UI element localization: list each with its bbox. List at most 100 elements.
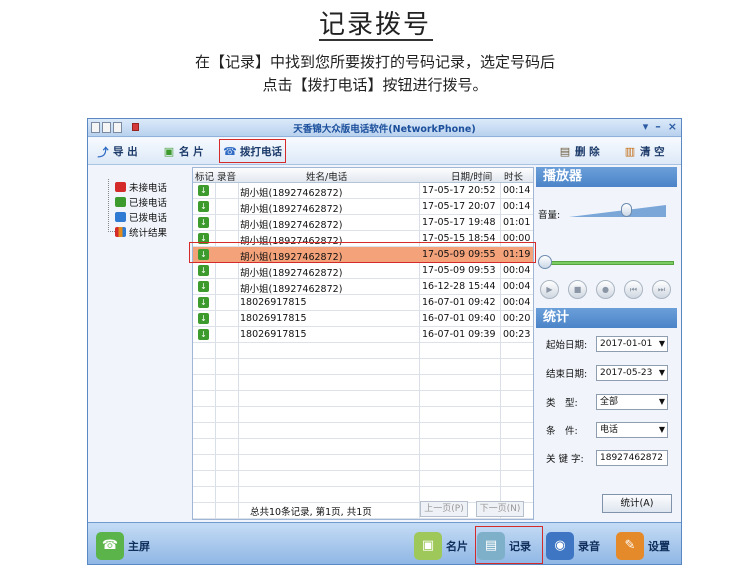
tree-item-statistics[interactable]: 统计结果 xyxy=(115,224,189,239)
keyword-input[interactable]: 18927462872 xyxy=(596,450,668,466)
phone-icon: ☎ xyxy=(223,144,237,158)
tree-item-missed[interactable]: 未接电话 xyxy=(115,179,189,194)
stop-icon[interactable]: ■ xyxy=(568,280,587,299)
statistics-button[interactable]: 统计(A) xyxy=(602,494,672,513)
end-date-row: 结束日期: 2017-05-23 ▼ xyxy=(540,365,674,381)
toolbar: ⤴ 导 出 ▣ 名 片 ☎ 拨打电话 ▤ 删 除 ▥ 清 空 xyxy=(88,138,681,165)
export-button[interactable]: ⤴ 导 出 xyxy=(96,142,138,161)
start-date-row: 起始日期: 2017-01-01 ▼ xyxy=(540,336,674,352)
nav-card-label: 名片 xyxy=(446,539,468,553)
clear-button[interactable]: ▥ 清 空 xyxy=(623,142,665,161)
volume-knob[interactable] xyxy=(621,203,633,217)
condition-value: 电话 xyxy=(600,425,619,435)
table-row[interactable]: ↓ 胡小姐(18927462872) 17-05-17 19:48 01:01 xyxy=(193,215,533,231)
tree-item-label: 未接电话 xyxy=(129,182,168,194)
nav-record[interactable]: ▤ 记录 xyxy=(477,529,531,562)
delete-button[interactable]: ▤ 删 除 xyxy=(558,142,600,161)
received-call-icon: ↓ xyxy=(198,185,209,196)
row-name: 18026917815 xyxy=(240,329,307,340)
trash-icon: ▥ xyxy=(624,145,636,158)
row-name: 胡小姐(18927462872) xyxy=(240,204,343,215)
title-bar: 天香锦大众版电话软件(NetworkPhone) ▾ – × xyxy=(88,119,681,137)
table-row[interactable]: ↓ 胡小姐(18927462872) 16-12-28 15:44 00:04 xyxy=(193,279,533,295)
row-datetime: 16-07-01 09:40 xyxy=(422,313,496,324)
col-name-header[interactable]: 姓名/电话 xyxy=(306,169,347,183)
export-icon: ⤴ xyxy=(97,145,109,159)
table-row[interactable]: ↓ 18026917815 16-07-01 09:42 00:04 xyxy=(193,295,533,311)
table-row[interactable]: ↓ 18026917815 16-07-01 09:40 00:20 xyxy=(193,311,533,327)
table-row xyxy=(193,359,533,375)
menu-dropdown-icon[interactable]: ▾ xyxy=(643,120,649,133)
row-duration: 01:01 xyxy=(503,217,531,228)
end-date-label: 结束日期: xyxy=(546,369,588,380)
next-page-button[interactable]: 下一页(N) xyxy=(476,501,524,517)
tree-item-dialed[interactable]: 已拨电话 xyxy=(115,209,189,224)
volume-label: 音量: xyxy=(538,210,561,221)
table-row xyxy=(193,407,533,423)
card-button[interactable]: ▣ 名 片 xyxy=(162,142,204,161)
received-call-icon: ↓ xyxy=(198,313,209,324)
col-datetime-header[interactable]: 日期/时间 xyxy=(451,169,492,183)
chevron-down-icon: ▼ xyxy=(658,339,665,348)
playback-position-knob[interactable] xyxy=(538,255,552,269)
condition-select[interactable]: 电话 ▼ xyxy=(596,422,668,438)
player-title: 播放器 xyxy=(536,167,677,187)
nav-card[interactable]: ▣ 名片 xyxy=(414,529,468,562)
nav-home[interactable]: ☎ 主屏 xyxy=(96,529,150,562)
film-reel-icon: ◉ xyxy=(546,531,574,560)
col-audio-header[interactable]: 录音 xyxy=(217,169,236,183)
received-call-icon: ↓ xyxy=(198,201,209,212)
tree-item-label: 已拨电话 xyxy=(129,212,168,224)
dial-button[interactable]: ☎ 拨打电话 xyxy=(219,139,286,163)
bottom-nav: ☎ 主屏 ▣ 名片 ▤ 记录 ◉ 录音 ✎ 设置 xyxy=(88,522,681,564)
type-select[interactable]: 全部 ▼ xyxy=(596,394,668,410)
type-label: 类 型: xyxy=(546,398,578,409)
tree-connector xyxy=(108,179,115,232)
nav-audio[interactable]: ◉ 录音 xyxy=(546,529,600,562)
col-mark-header[interactable]: 标记 xyxy=(195,169,214,183)
play-icon[interactable]: ▶ xyxy=(540,280,559,299)
start-date-select[interactable]: 2017-01-01 ▼ xyxy=(596,336,668,352)
col-duration-header[interactable]: 时长 xyxy=(504,169,523,183)
table-row[interactable]: ↓ 胡小姐(18927462872) 17-05-09 09:53 00:04 xyxy=(193,263,533,279)
previous-icon[interactable]: ⏮ xyxy=(624,280,643,299)
row-duration: 00:14 xyxy=(503,201,531,212)
player-controls: ▶ ■ ● ⏮ ⏭ xyxy=(540,280,671,299)
minimize-button[interactable]: – xyxy=(655,120,661,133)
row-name: 胡小姐(18927462872) xyxy=(240,268,343,279)
row-duration: 00:23 xyxy=(503,329,531,340)
table-row xyxy=(193,455,533,471)
row-datetime: 17-05-17 19:48 xyxy=(422,217,496,228)
received-call-icon: ↓ xyxy=(198,217,209,228)
keyword-label: 关 键 字: xyxy=(546,454,584,465)
next-icon[interactable]: ⏭ xyxy=(652,280,671,299)
row-name: 18026917815 xyxy=(240,297,307,308)
volume-slider[interactable] xyxy=(569,205,666,217)
close-button[interactable]: × xyxy=(668,120,677,133)
table-row[interactable]: ↓ 胡小姐(18927462872) 17-05-17 20:52 00:14 xyxy=(193,183,533,199)
prev-page-button[interactable]: 上一页(P) xyxy=(420,501,468,517)
card-label: 名 片 xyxy=(179,146,204,158)
record-category-tree: 未接电话 已接电话 已拨电话 统计结果 xyxy=(105,179,189,239)
end-date-select[interactable]: 2017-05-23 ▼ xyxy=(596,365,668,381)
chevron-down-icon: ▼ xyxy=(658,368,665,377)
table-row[interactable]: ↓ 18026917815 16-07-01 09:39 00:23 xyxy=(193,327,533,343)
row-datetime: 17-05-17 20:07 xyxy=(422,201,496,212)
record-icon[interactable]: ● xyxy=(596,280,615,299)
row-duration: 00:20 xyxy=(503,313,531,324)
dial-label: 拨打电话 xyxy=(240,145,282,158)
row-duration: 00:14 xyxy=(503,185,531,196)
row-datetime: 16-07-01 09:42 xyxy=(422,297,496,308)
playback-position-slider[interactable] xyxy=(540,261,674,265)
table-header: 标记 录音 姓名/电话 日期/时间 时长 xyxy=(193,168,533,183)
nav-settings[interactable]: ✎ 设置 xyxy=(616,529,670,562)
instruction-line-2: 点击【拨打电话】按钮进行拨号。 xyxy=(262,76,488,94)
app-window: 天香锦大众版电话软件(NetworkPhone) ▾ – × ⤴ 导 出 ▣ 名… xyxy=(87,118,682,565)
tree-item-received[interactable]: 已接电话 xyxy=(115,194,189,209)
row-duration: 00:04 xyxy=(503,297,531,308)
call-record-table: 标记 录音 姓名/电话 日期/时间 时长 ↓ 胡小姐(18927462872) 17… xyxy=(192,167,534,520)
table-row[interactable]: ↓ 胡小姐(18927462872) 17-05-17 20:07 00:14 xyxy=(193,199,533,215)
table-row xyxy=(193,423,533,439)
record-book-icon: ▤ xyxy=(477,531,505,560)
doc-title: 记录拨号 xyxy=(318,10,431,40)
